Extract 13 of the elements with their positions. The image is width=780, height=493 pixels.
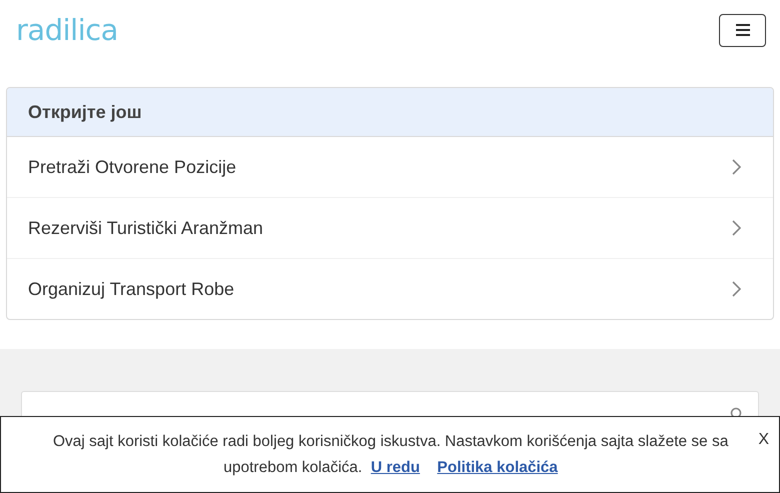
chevron-right-icon [732, 281, 741, 297]
cookie-message: Ovaj sajt koristi kolačiće radi boljeg korisničkog iskustva. Nastavkom korišćenja sajta slažete se sa upotrebom kolačića. U redu Politika kolačića [52, 432, 730, 478]
menu-icon [736, 24, 750, 36]
link-item[interactable]: Organizuj Transport Robe [7, 259, 773, 319]
accept-link[interactable]: U redu [370, 458, 420, 476]
link-item[interactable]: Rezerviši Turistički Aranžman [7, 198, 773, 259]
close-button[interactable]: X [756, 431, 771, 449]
menu-button[interactable] [719, 14, 766, 46]
link-item[interactable]: Pretraži Otvorene Pozicije [7, 137, 773, 198]
policy-link[interactable]: Politika kolačića [437, 458, 558, 476]
card-title: Откријте још [28, 102, 142, 122]
chevron-right-icon [732, 159, 741, 175]
chevron-right-icon [732, 220, 741, 236]
